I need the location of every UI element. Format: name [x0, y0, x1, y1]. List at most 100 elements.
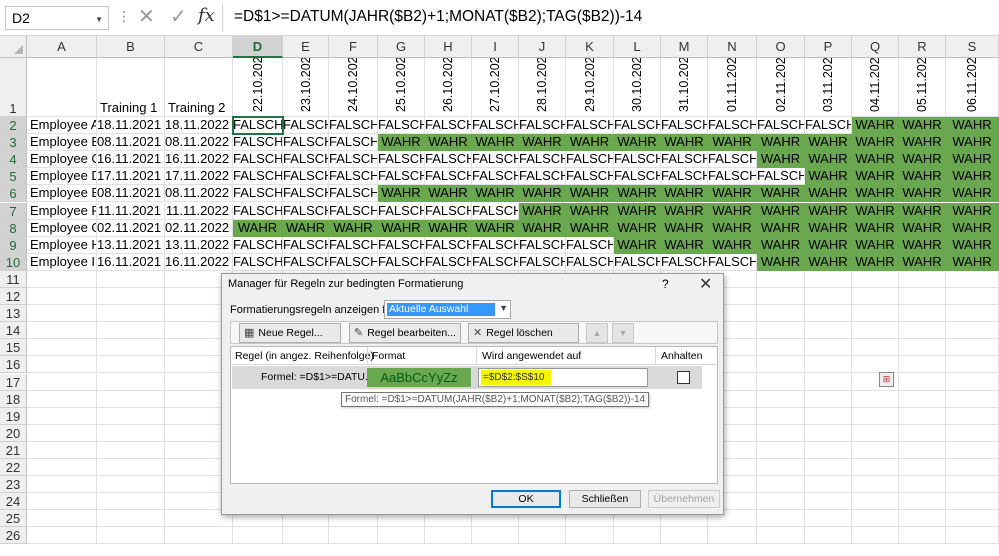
- empty-cell[interactable]: [519, 527, 566, 545]
- empty-cell[interactable]: [805, 493, 852, 511]
- true-cell[interactable]: WAHR: [805, 236, 852, 254]
- empty-cell[interactable]: [852, 476, 899, 494]
- empty-cell[interactable]: [899, 459, 946, 477]
- true-cell[interactable]: WAHR: [425, 134, 472, 152]
- empty-cell[interactable]: [27, 493, 97, 511]
- date-header-cell[interactable]: 01.11.2022: [708, 58, 757, 117]
- empty-cell[interactable]: [757, 356, 805, 374]
- column-header-n[interactable]: N: [708, 36, 757, 58]
- true-cell[interactable]: WAHR: [899, 151, 946, 169]
- empty-cell[interactable]: [27, 390, 97, 408]
- false-cell[interactable]: FALSCH: [519, 236, 566, 254]
- empty-cell[interactable]: [946, 407, 999, 425]
- true-cell[interactable]: WAHR: [425, 219, 472, 237]
- empty-cell[interactable]: [946, 527, 999, 545]
- row-header-7[interactable]: 7: [0, 202, 27, 220]
- empty-cell[interactable]: [899, 288, 946, 306]
- empty-cell[interactable]: [899, 493, 946, 511]
- empty-cell[interactable]: [27, 424, 97, 442]
- empty-cell[interactable]: [805, 407, 852, 425]
- empty-cell[interactable]: [946, 356, 999, 374]
- more-options-icon[interactable]: ⋮: [117, 8, 131, 25]
- empty-cell[interactable]: [852, 305, 899, 323]
- true-cell[interactable]: WAHR: [472, 185, 519, 203]
- true-cell[interactable]: WAHR: [757, 236, 805, 254]
- empty-cell[interactable]: [757, 390, 805, 408]
- true-cell[interactable]: WAHR: [378, 185, 425, 203]
- row-header-16[interactable]: 16: [0, 356, 27, 374]
- true-cell[interactable]: WAHR: [946, 219, 999, 237]
- empty-cell[interactable]: [852, 459, 899, 477]
- employee-name-cell[interactable]: Employee E: [27, 185, 97, 203]
- empty-cell[interactable]: [97, 322, 165, 340]
- employee-name-cell[interactable]: Employee B: [27, 134, 97, 152]
- true-cell[interactable]: WAHR: [899, 134, 946, 152]
- false-cell[interactable]: FALSCH: [472, 253, 519, 271]
- false-cell[interactable]: FALSCH: [614, 168, 661, 186]
- false-cell[interactable]: FALSCH: [566, 236, 614, 254]
- row-header-13[interactable]: 13: [0, 305, 27, 323]
- true-cell[interactable]: WAHR: [472, 134, 519, 152]
- true-cell[interactable]: WAHR: [946, 151, 999, 169]
- false-cell[interactable]: FALSCH: [472, 202, 519, 220]
- true-cell[interactable]: WAHR: [946, 117, 999, 135]
- date-header-cell[interactable]: 29.10.2022: [566, 58, 614, 117]
- employee-name-cell[interactable]: Employee D: [27, 168, 97, 186]
- false-cell[interactable]: FALSCH: [329, 236, 378, 254]
- header-cell-a[interactable]: [27, 58, 97, 117]
- row-header-5[interactable]: 5: [0, 168, 27, 186]
- empty-cell[interactable]: [852, 527, 899, 545]
- empty-cell[interactable]: [946, 476, 999, 494]
- false-cell[interactable]: FALSCH: [233, 151, 283, 169]
- empty-cell[interactable]: [165, 527, 233, 545]
- empty-cell[interactable]: [852, 322, 899, 340]
- empty-cell[interactable]: [946, 373, 999, 391]
- true-cell[interactable]: WAHR: [661, 202, 708, 220]
- false-cell[interactable]: FALSCH: [708, 117, 757, 135]
- true-cell[interactable]: WAHR: [519, 134, 566, 152]
- rule-row[interactable]: Formel: =D$1>=DATU... AaBbCcYyZz =$D$2:$…: [232, 366, 894, 389]
- true-cell[interactable]: WAHR: [329, 219, 378, 237]
- empty-cell[interactable]: [805, 510, 852, 528]
- empty-cell[interactable]: [27, 270, 97, 288]
- empty-cell[interactable]: [852, 424, 899, 442]
- true-cell[interactable]: WAHR: [805, 168, 852, 186]
- date-header-cell[interactable]: 26.10.2022: [425, 58, 472, 117]
- training-1-cell[interactable]: 02.11.2021: [97, 219, 165, 237]
- empty-cell[interactable]: [97, 305, 165, 323]
- true-cell[interactable]: WAHR: [757, 134, 805, 152]
- row-header-17[interactable]: 17: [0, 373, 27, 391]
- empty-cell[interactable]: [425, 527, 472, 545]
- row-header-22[interactable]: 22: [0, 459, 27, 477]
- empty-cell[interactable]: [852, 493, 899, 511]
- date-header-cell[interactable]: 30.10.2022: [614, 58, 661, 117]
- false-cell[interactable]: FALSCH: [614, 253, 661, 271]
- date-header-cell[interactable]: 05.11.2022: [899, 58, 946, 117]
- help-icon[interactable]: ?: [662, 277, 669, 291]
- cancel-icon[interactable]: ✕: [138, 4, 155, 29]
- header-cell-training-1[interactable]: Training 1: [97, 58, 165, 117]
- true-cell[interactable]: WAHR: [614, 185, 661, 203]
- false-cell[interactable]: FALSCH: [425, 151, 472, 169]
- training-1-cell[interactable]: 17.11.2021: [97, 168, 165, 186]
- empty-cell[interactable]: [97, 510, 165, 528]
- true-cell[interactable]: WAHR: [899, 236, 946, 254]
- employee-name-cell[interactable]: Employee A: [27, 117, 97, 135]
- empty-cell[interactable]: [97, 441, 165, 459]
- row-header-6[interactable]: 6: [0, 185, 27, 203]
- row-header-20[interactable]: 20: [0, 424, 27, 442]
- false-cell[interactable]: FALSCH: [233, 202, 283, 220]
- empty-cell[interactable]: [97, 356, 165, 374]
- edit-rule-button[interactable]: ✎ Regel bearbeiten...: [349, 323, 461, 343]
- row-header-10[interactable]: 10: [0, 253, 27, 271]
- false-cell[interactable]: FALSCH: [283, 134, 329, 152]
- empty-cell[interactable]: [805, 270, 852, 288]
- true-cell[interactable]: WAHR: [566, 134, 614, 152]
- false-cell[interactable]: FALSCH: [233, 117, 283, 135]
- true-cell[interactable]: WAHR: [805, 151, 852, 169]
- training-2-cell[interactable]: 18.11.2022: [165, 117, 233, 135]
- true-cell[interactable]: WAHR: [614, 219, 661, 237]
- empty-cell[interactable]: [97, 339, 165, 357]
- date-header-cell[interactable]: 28.10.2022: [519, 58, 566, 117]
- false-cell[interactable]: FALSCH: [378, 253, 425, 271]
